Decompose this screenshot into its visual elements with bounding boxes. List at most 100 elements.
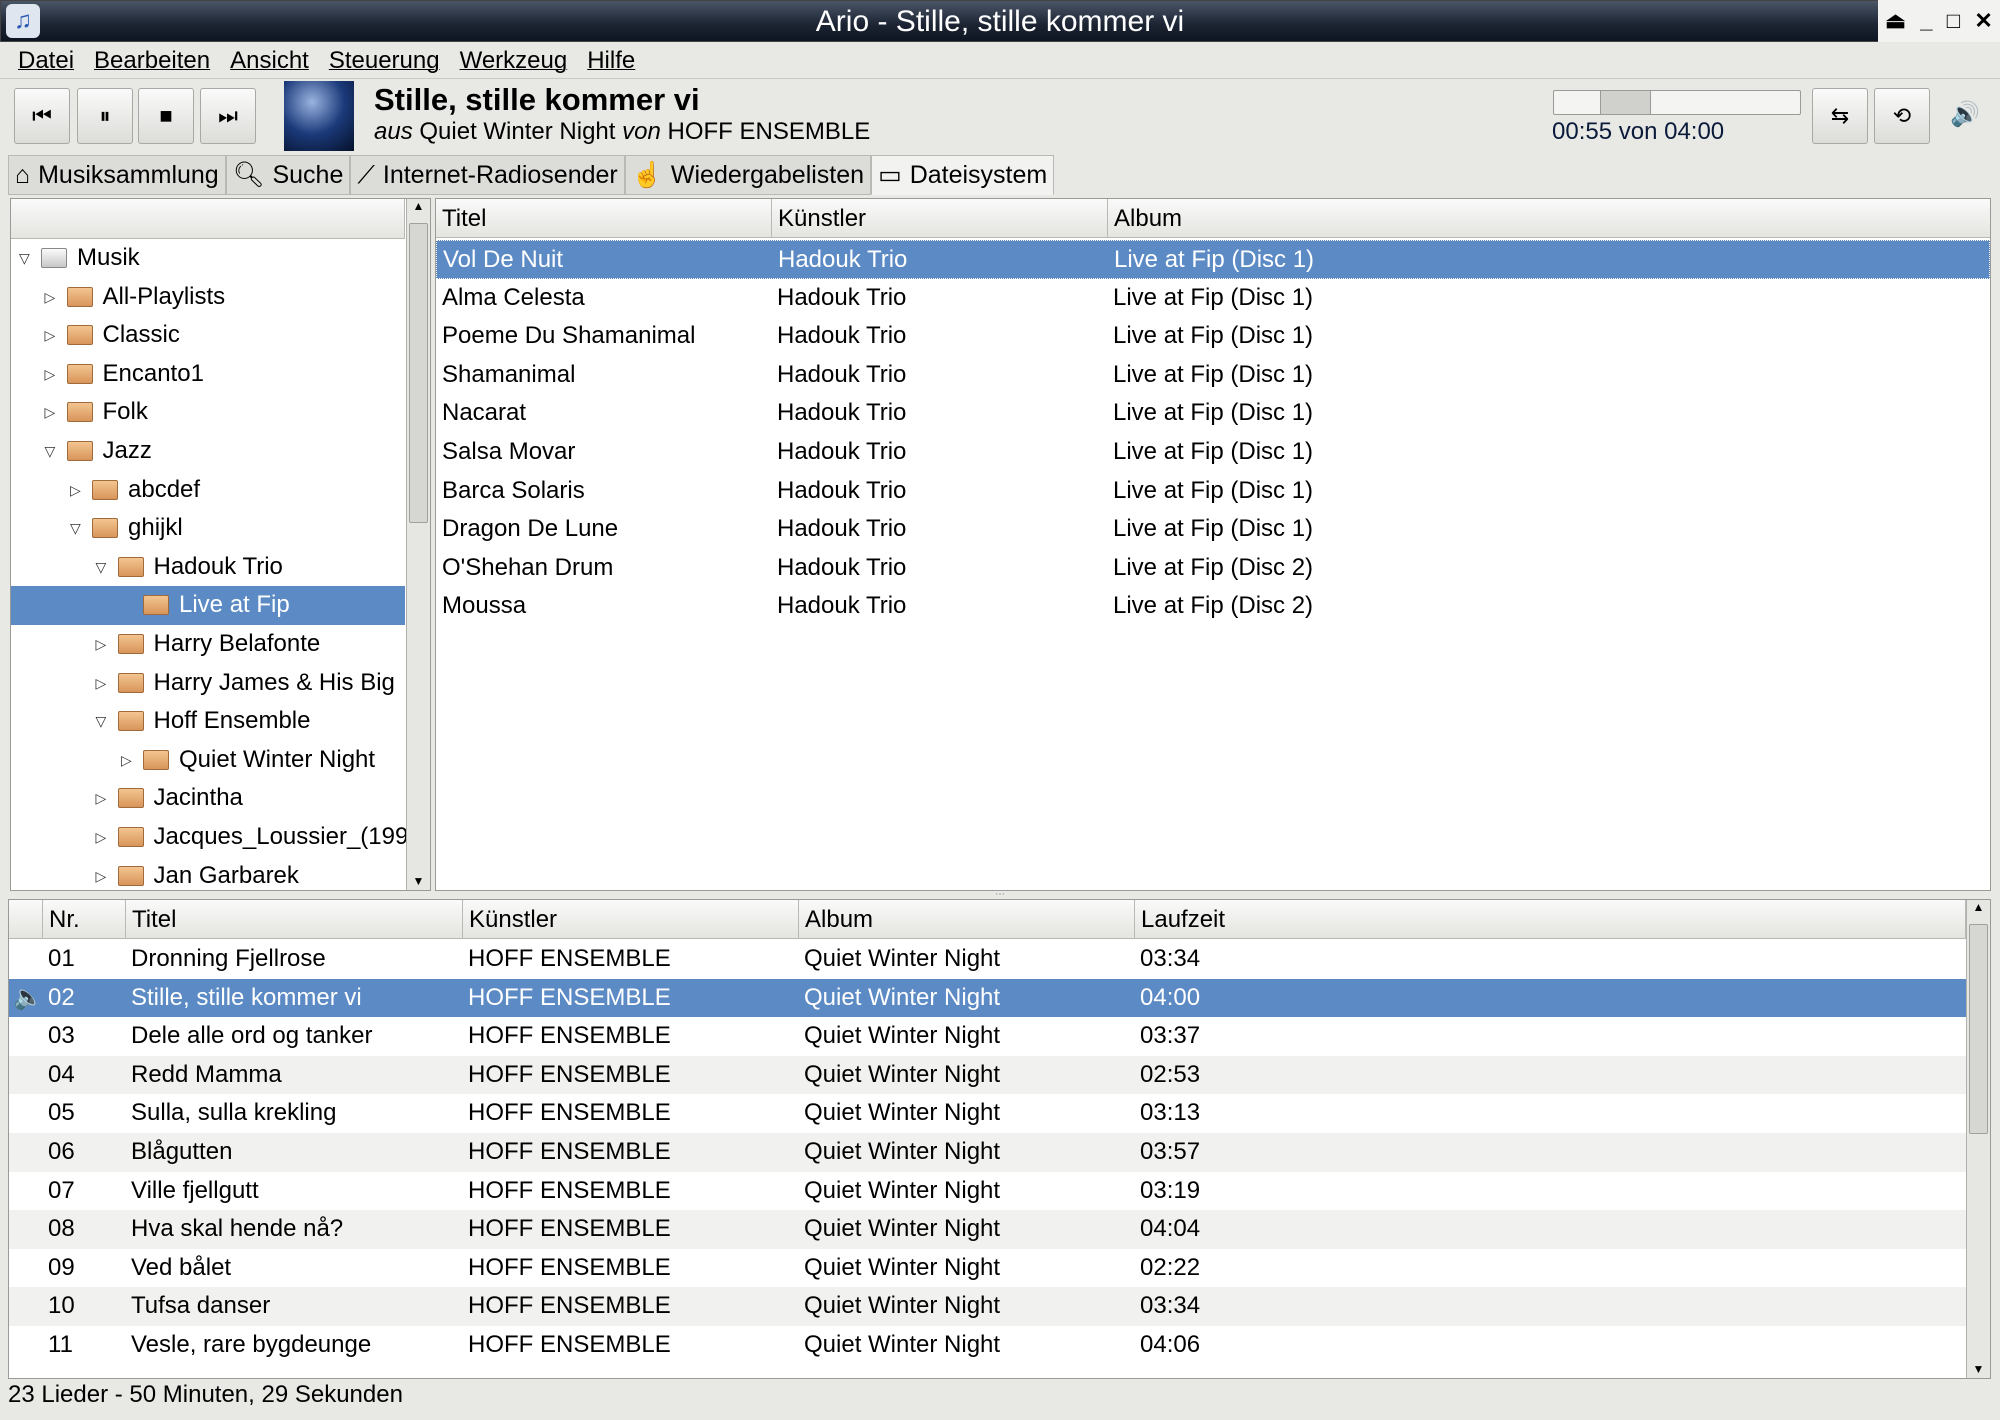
stop-button[interactable]: ■	[138, 88, 194, 144]
tree-item[interactable]: ▷ Jacintha	[11, 779, 405, 818]
tree-item[interactable]: ▽ Hoff Ensemble	[11, 702, 405, 741]
column-laufzeit[interactable]: Laufzeit	[1135, 900, 1966, 939]
tree-item[interactable]: ▷ Jacques_Loussier_(199	[11, 818, 409, 857]
collapsed-arrow-icon[interactable]: ▷	[96, 857, 107, 890]
minimize-icon[interactable]: _	[1920, 8, 1932, 34]
collapsed-arrow-icon[interactable]: ▷	[45, 316, 56, 355]
tree-item[interactable]: ▽ Jazz	[11, 432, 405, 471]
playlist-row[interactable]: 09 Ved bålet HOFF ENSEMBLE Quiet Winter Nig…	[9, 1249, 1966, 1288]
playlist-row[interactable]: 03 Dele alle ord og tanker HOFF ENSEMBLE Qu…	[9, 1017, 1966, 1056]
song-row[interactable]: Dragon De Lune Hadouk Trio Live at Fip (Di…	[436, 510, 1990, 549]
expanded-arrow-icon[interactable]: ▽	[96, 548, 107, 587]
volume-icon[interactable]: 🔊	[1950, 100, 1980, 129]
song-row[interactable]: Salsa Movar Hadouk Trio Live at Fip (Disc …	[436, 433, 1990, 472]
tree-item[interactable]: ▷ All-Playlists	[11, 278, 405, 317]
collapsed-arrow-icon[interactable]: ▷	[96, 779, 107, 818]
collapsed-arrow-icon[interactable]: ▷	[121, 741, 132, 780]
menu-hilfe[interactable]: Hilfe	[587, 47, 635, 75]
menu-bearbeiten[interactable]: Bearbeiten	[94, 47, 210, 75]
playlist-row[interactable]: 11 Vesle, rare bygdeunge HOFF ENSEMBLE Quie…	[9, 1326, 1966, 1365]
column-album[interactable]: Album	[799, 900, 1135, 939]
playlist-row[interactable]: 🔈 02 Stille, stille kommer vi HOFF ENSEMBLE…	[9, 978, 1966, 1018]
repeat-button[interactable]: ⟲	[1874, 88, 1930, 144]
tree-header[interactable]	[11, 199, 405, 239]
playlist-row[interactable]: 07 Ville fjellgutt HOFF ENSEMBLE Quiet Wint…	[9, 1172, 1966, 1211]
pane-splitter[interactable]: ⋯	[0, 890, 2000, 900]
pause-button[interactable]: ⏸	[77, 88, 133, 144]
collapsed-arrow-icon[interactable]: ▷	[45, 393, 56, 432]
song-row[interactable]: Barca Solaris Hadouk Trio Live at Fip (Dis…	[436, 472, 1990, 511]
tab-suche[interactable]: 🔍︎ Suche	[225, 155, 351, 195]
seek-handle[interactable]	[1600, 91, 1652, 114]
tab-wiedergabelisten[interactable]: ☝ Wiedergabelisten	[624, 155, 872, 195]
collapsed-arrow-icon[interactable]: ▷	[96, 664, 107, 703]
tree-item[interactable]: Live at Fip	[11, 586, 405, 625]
playlist-row[interactable]: 08 Hva skal hende nå? HOFF ENSEMBLE Quiet W…	[9, 1210, 1966, 1249]
seek-slider[interactable]	[1553, 90, 1801, 115]
column-kuenstler[interactable]: Künstler	[463, 900, 799, 939]
column-album[interactable]: Album	[1108, 199, 1990, 238]
playlist-row[interactable]: 05 Sulla, sulla krekling HOFF ENSEMBLE Quie…	[9, 1094, 1966, 1133]
collapsed-arrow-icon[interactable]: ▷	[70, 471, 81, 510]
tree-scroll-thumb[interactable]	[409, 223, 428, 523]
playlist-row[interactable]: 10 Tufsa danser HOFF ENSEMBLE Quiet Winter …	[9, 1287, 1966, 1326]
song-row[interactable]: Nacarat Hadouk Trio Live at Fip (Disc 1)	[436, 394, 1990, 433]
collapsed-arrow-icon[interactable]: ▷	[45, 355, 56, 394]
song-row[interactable]: Alma Celesta Hadouk Trio Live at Fip (Disc…	[436, 279, 1990, 318]
collapsed-arrow-icon[interactable]: ▷	[96, 625, 107, 664]
song-row[interactable]: Shamanimal Hadouk Trio Live at Fip (Disc 1…	[436, 356, 1990, 395]
scroll-down-icon[interactable]: ▼	[407, 874, 430, 888]
tree-item[interactable]: ▷ Encanto1	[11, 355, 405, 394]
tab-dateisystem[interactable]: ▭ Dateisystem	[871, 155, 1055, 195]
tree-item[interactable]: ▽ Musik	[11, 239, 405, 278]
column-titel[interactable]: Titel	[436, 199, 772, 238]
shuffle-button[interactable]: ⇆	[1812, 88, 1868, 144]
expanded-arrow-icon[interactable]: ▽	[70, 509, 81, 548]
app-icon[interactable]: ♫	[6, 4, 40, 38]
song-row[interactable]: Vol De Nuit Hadouk Trio Live at Fip (Disc …	[436, 240, 1990, 279]
expanded-arrow-icon[interactable]: ▽	[19, 239, 30, 278]
song-row[interactable]: Poeme Du Shamanimal Hadouk Trio Live at Fi…	[436, 317, 1990, 356]
column-nr[interactable]: Nr.	[43, 900, 126, 939]
column-kuenstler[interactable]: Künstler	[772, 199, 1108, 238]
tab-musiksammlung[interactable]: ⌂ Musiksammlung	[8, 155, 226, 195]
tree-item[interactable]: ▷ Harry James & His Big	[11, 664, 405, 703]
close-icon[interactable]: ✕	[1974, 8, 1992, 34]
menu-werkzeug[interactable]: Werkzeug	[460, 47, 568, 75]
menu-steuerung[interactable]: Steuerung	[329, 47, 440, 75]
song-row[interactable]: O'Shehan Drum Hadouk Trio Live at Fip (Dis…	[436, 549, 1990, 588]
title-bar[interactable]: Ario - Stille, stille kommer vi	[0, 0, 2000, 42]
tree-item[interactable]: ▷ Jan Garbarek	[11, 857, 405, 890]
expanded-arrow-icon[interactable]: ▽	[96, 702, 107, 741]
playlist-row[interactable]: 01 Dronning Fjellrose HOFF ENSEMBLE Quiet W…	[9, 940, 1966, 979]
tree-item[interactable]: ▷ Quiet Winter Night	[11, 741, 405, 780]
tree-item[interactable]: ▷ Harry Belafonte	[11, 625, 405, 664]
menu-datei[interactable]: Datei	[18, 47, 74, 75]
column-status[interactable]	[9, 900, 43, 939]
song-row[interactable]: Moussa Hadouk Trio Live at Fip (Disc 2)	[436, 587, 1990, 626]
previous-button[interactable]: ⏮	[14, 88, 70, 144]
playlist-row[interactable]: 04 Redd Mamma HOFF ENSEMBLE Quiet Winter Ni…	[9, 1055, 1966, 1095]
playlist-scroll-thumb[interactable]	[1969, 924, 1988, 1134]
shade-icon[interactable]: ⏏	[1885, 8, 1906, 34]
tree-scrollbar[interactable]: ▲ ▼	[406, 199, 430, 890]
playlist-scrollbar[interactable]: ▲ ▼	[1966, 900, 1990, 1378]
playlist-row[interactable]: 06 Blågutten HOFF ENSEMBLE Quiet Winter Nig…	[9, 1133, 1966, 1172]
scroll-down-icon[interactable]: ▼	[1967, 1362, 1990, 1376]
track-artist: HOFF ENSEMBLE	[468, 1176, 671, 1204]
expanded-arrow-icon[interactable]: ▽	[45, 432, 56, 471]
scroll-up-icon[interactable]: ▲	[1967, 900, 1990, 914]
scroll-up-icon[interactable]: ▲	[407, 199, 430, 213]
column-titel[interactable]: Titel	[126, 900, 463, 939]
tree-item[interactable]: ▷ abcdef	[11, 471, 405, 510]
tree-item[interactable]: ▷ Folk	[11, 393, 405, 432]
next-button[interactable]: ⏭	[200, 88, 256, 144]
collapsed-arrow-icon[interactable]: ▷	[45, 278, 56, 317]
maximize-icon[interactable]: □	[1947, 8, 1960, 34]
tab-internet-radiosender[interactable]: ⟋ Internet-Radiosender	[350, 155, 625, 195]
collapsed-arrow-icon[interactable]: ▷	[96, 818, 107, 857]
tree-item[interactable]: ▽ ghijkl	[11, 509, 405, 548]
tree-item[interactable]: ▽ Hadouk Trio	[11, 548, 405, 587]
tree-item[interactable]: ▷ Classic	[11, 316, 405, 355]
menu-ansicht[interactable]: Ansicht	[230, 47, 309, 75]
